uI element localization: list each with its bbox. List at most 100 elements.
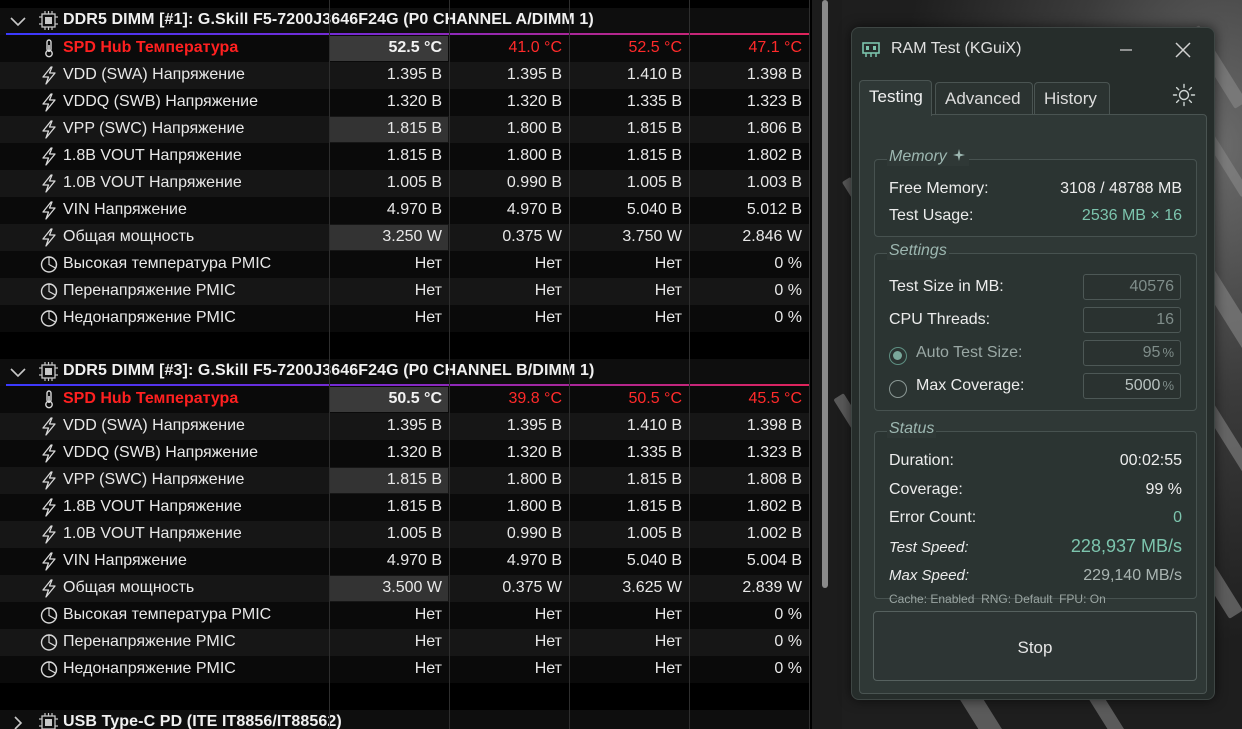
tab-testing[interactable]: Testing [859, 80, 932, 116]
cpu-threads-label: CPU Threads: [889, 311, 991, 328]
sensor-label: Недонапряжение PMIC [63, 309, 236, 326]
scrollbar-thumb[interactable] [822, 0, 828, 588]
sensor-min-value: 39.8 °C [508, 390, 562, 407]
sensor-current-value: 52.5 °C [388, 39, 442, 56]
duration-value: 00:02:55 [1119, 452, 1182, 469]
lightning-icon [39, 552, 59, 571]
free-memory-value: 3108 / 48788 MB [1060, 180, 1182, 197]
sensor-avg-value: 45.5 °C [748, 390, 802, 407]
chevron-down-icon[interactable] [8, 12, 28, 30]
sensor-label: VDD (SWA) Напряжение [63, 66, 245, 83]
sensor-avg-value: 2.846 W [742, 228, 802, 245]
sensor-label: Общая мощность [63, 228, 195, 245]
sensor-max-value: 1.335 В [626, 93, 682, 110]
ram-chip-icon [862, 42, 880, 57]
sensor-min-value: Нет [534, 633, 562, 650]
test-speed-label: Test Speed: [889, 539, 969, 556]
sensor-current-value: 1.815 В [386, 498, 442, 515]
close-icon[interactable] [1167, 36, 1199, 64]
sensor-min-value: Нет [534, 309, 562, 326]
test-size-input[interactable]: 40576 [1083, 274, 1181, 300]
auto-test-size-input[interactable]: 95% [1083, 340, 1181, 366]
sensor-max-value: 3.625 W [622, 579, 682, 596]
sensor-current-value: 4.970 В [386, 552, 442, 569]
auto-test-size-label: Auto Test Size: [916, 344, 1023, 361]
sensor-min-value: Нет [534, 660, 562, 677]
auto-test-size-radio[interactable] [889, 347, 907, 365]
sensor-label: Высокая температура PMIC [63, 606, 272, 623]
sensor-current-value: 1.395 В [386, 66, 442, 83]
theme-toggle-icon[interactable] [1172, 83, 1196, 107]
lightning-icon [39, 120, 59, 139]
sensor-max-value: 1.815 В [626, 498, 682, 515]
max-speed-value: 229,140 MB/s [1083, 567, 1182, 584]
sensor-current-value: Нет [414, 606, 442, 623]
chevron-down-icon[interactable] [8, 363, 28, 381]
sensor-current-value: 1.815 В [386, 147, 442, 164]
sensor-max-value: 1.335 В [626, 444, 682, 461]
sensor-avg-value: 0 % [774, 282, 802, 299]
lightning-icon [39, 93, 59, 112]
lightning-icon [39, 66, 59, 85]
clock-icon [39, 309, 59, 328]
sensor-label: VPP (SWC) Напряжение [63, 471, 245, 488]
sensor-min-value: 1.800 В [506, 120, 562, 137]
sensor-avg-value: 1.802 В [746, 147, 802, 164]
sensor-min-value: 41.0 °C [508, 39, 562, 56]
sensor-label: SPD Hub Температура [63, 39, 239, 56]
clock-icon [39, 255, 59, 274]
column-divider [329, 0, 330, 729]
sensor-current-value: Нет [414, 660, 442, 677]
sensor-avg-value: 0 % [774, 255, 802, 272]
sensor-max-value: 1.410 В [626, 66, 682, 83]
test-usage-value: 2536 MB × 16 [1081, 207, 1182, 224]
sensor-avg-value: 1.802 В [746, 498, 802, 515]
sensor-avg-value: 0 % [774, 633, 802, 650]
sensor-max-value: 1.410 В [626, 417, 682, 434]
memory-chip-icon [39, 713, 58, 729]
lightning-icon [39, 228, 59, 247]
tab-advanced[interactable]: Advanced [935, 82, 1033, 114]
sensor-min-value: 1.320 В [506, 444, 562, 461]
error-count-label: Error Count: [889, 509, 977, 526]
max-coverage-input[interactable]: 5000% [1083, 373, 1181, 399]
sensor-current-value: Нет [414, 309, 442, 326]
sensor-label: VPP (SWC) Напряжение [63, 120, 245, 137]
sensor-max-value: 1.005 В [626, 525, 682, 542]
minimize-icon[interactable] [1110, 36, 1142, 64]
column-divider [569, 0, 570, 729]
cpu-threads-input[interactable]: 16 [1083, 307, 1181, 333]
status-group: Status Duration: 00:02:55 Coverage: 99 %… [874, 420, 1197, 606]
section-title: USB Type-C PD (ITE IT8856/IT88562) [63, 713, 342, 729]
sensor-max-value: 50.5 °C [628, 390, 682, 407]
sensor-max-value: Нет [654, 309, 682, 326]
sensor-min-value: 0.990 В [506, 174, 562, 191]
max-coverage-radio[interactable] [889, 380, 907, 398]
sensor-label: Общая мощность [63, 579, 195, 596]
column-divider [449, 0, 450, 729]
sensor-panel: DDR5 DIMM [#1]: G.Skill F5-7200J3646F24G… [0, 0, 812, 729]
sensor-current-value: Нет [414, 282, 442, 299]
sensor-current-value: 50.5 °C [388, 390, 442, 407]
sensor-label: 1.8В VOUT Напряжение [63, 147, 242, 164]
sensor-current-value: 1.320 В [386, 93, 442, 110]
tab-history[interactable]: History [1034, 82, 1110, 114]
sensor-current-value: 1.005 В [386, 174, 442, 191]
lightning-icon [39, 417, 59, 436]
sensor-max-value: Нет [654, 282, 682, 299]
sensor-min-value: 0.375 W [502, 228, 562, 245]
chevron-right-icon[interactable] [8, 714, 28, 729]
lightning-icon [39, 201, 59, 220]
sensor-max-value: Нет [654, 606, 682, 623]
tab-content: Memory Free Memory: 3108 / 48788 MB Test… [859, 114, 1207, 694]
stop-button[interactable]: Stop [873, 611, 1197, 681]
title-bar[interactable]: RAM Test (KGuiX) [852, 28, 1214, 72]
clock-icon [39, 606, 59, 625]
sensor-avg-value: 5.004 В [746, 552, 802, 569]
sensor-min-value: 1.395 В [506, 417, 562, 434]
lightning-icon [39, 147, 59, 166]
column-divider [689, 0, 690, 729]
sensor-label: VIN Напряжение [63, 552, 187, 569]
lightning-icon [39, 498, 59, 517]
thermometer-icon [39, 390, 59, 409]
